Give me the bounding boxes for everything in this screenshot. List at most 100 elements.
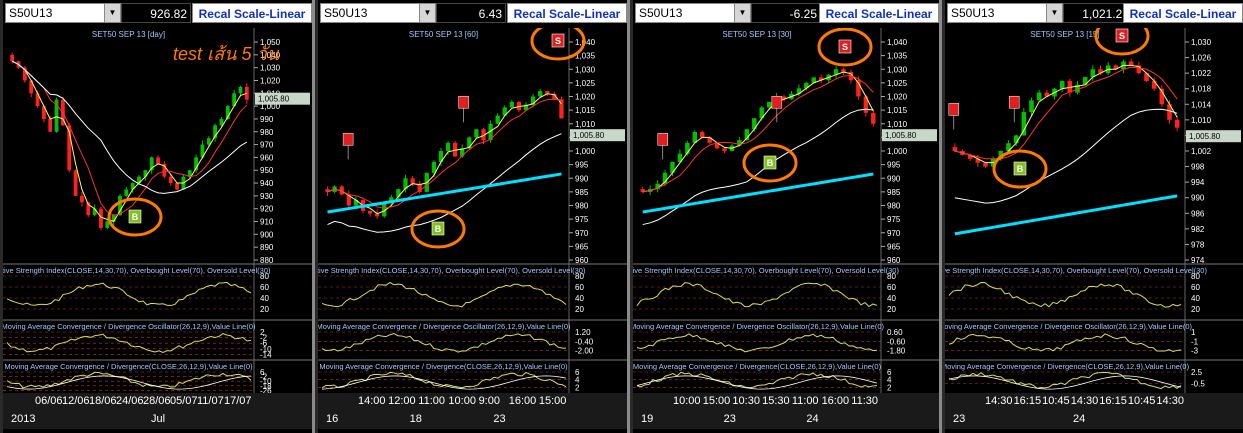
price-chart[interactable]: SET50 SEP 13 [30] 1,040 1,035 1,030 1,025 1,0… (633, 28, 939, 393)
symbol-selector[interactable]: S50U13 ▼ (320, 3, 436, 23)
last-price-label: 1,005.80 (885, 131, 917, 140)
time-tick-label: 16:00 (508, 395, 537, 407)
price-chart[interactable]: SET50 SEP 13 [60]1,0401,0351,0301,0251,0… (318, 28, 627, 393)
rsi-tick-label: 20 (887, 305, 896, 314)
y-tick-label: 965 (887, 242, 901, 251)
time-tick-label: 11/07 (197, 395, 224, 407)
time-axis: 14:30 16:15 10:45 14:30 16:15 10:45 14:30 23 24 (945, 393, 1243, 429)
signal-line (948, 375, 1182, 390)
time-tick-label: 05/07 (170, 395, 198, 407)
sell-signal-icon (342, 133, 354, 160)
symbol-text: S50U13 (639, 6, 683, 20)
moving-average-line (642, 75, 874, 193)
y-tick-label: 985 (887, 188, 901, 197)
chevron-down-icon[interactable]: ▼ (104, 4, 120, 22)
date-group-label: 19 (641, 413, 654, 425)
chart-panel-1: S50U13 ▼ 926.82 Recal Scale-Linear SET50 SEP… (0, 0, 312, 433)
macd2-title: Moving Average Convergence / Divergence(… (945, 362, 1190, 371)
candle-body (175, 183, 179, 190)
time-tick-label: 14:00 (358, 395, 386, 407)
macd-line (636, 333, 878, 353)
time-axis: 06/06 12/06 18/06 24/06 28/06 05/07 11/07 17/07… (3, 393, 312, 429)
rsi-tick-label: 80 (260, 272, 269, 281)
y-tick-label: 1,040 (887, 38, 908, 47)
date-group-label: 2013 (11, 413, 36, 425)
candle-body (238, 86, 243, 94)
date-group-label: 16 (326, 413, 339, 425)
price-chart[interactable]: SET50 SEP 13 [day]1,0501,0401,0301,0201,… (3, 28, 312, 393)
sell-signal-icon (657, 133, 669, 160)
macd2-tick-label: 2 (575, 383, 580, 392)
macd-title: Moving Average Convergence / Divergence … (3, 322, 256, 331)
recal-scale-button[interactable]: Recal Scale-Linear (192, 3, 312, 23)
time-tick-label: 10:00 (673, 395, 701, 407)
chart-panel-4: S50U13 ▼ 1,021.27 Recal Scale-Linear SET50 S… (942, 0, 1243, 433)
candle-body (168, 176, 173, 184)
rsi-line (321, 281, 567, 308)
rsi-tick-label: 20 (260, 305, 269, 314)
date-group-label: 23 (953, 413, 966, 425)
price-chart[interactable]: SET50 SEP 13 [15] 1,030 1,026 1,022 1,018 1,0… (945, 28, 1243, 393)
time-tick-label: 14:30 (1156, 395, 1184, 407)
candle-body (983, 162, 988, 167)
y-tick-label: 890 (260, 243, 274, 252)
last-price-label: 1,005.80 (573, 131, 605, 140)
time-tick-label: 18/06 (89, 395, 117, 407)
rsi-tick-label: 60 (575, 283, 584, 292)
rsi-tick-label: 60 (1191, 283, 1200, 292)
candle-body (509, 101, 514, 108)
time-tick-label: 16:15 (1013, 395, 1042, 407)
time-tick-label: 10:00 (448, 395, 476, 407)
moving-average-line (11, 60, 248, 194)
y-tick-label: 1,022 (1191, 69, 1212, 78)
time-tick-label: 15:00 (538, 395, 567, 407)
rsi-title: Relative Strength Index(CLOSE,14,30,70),… (3, 266, 271, 275)
sell-signal-icon: S (838, 39, 852, 54)
rsi-line (636, 282, 878, 308)
svg-text:S: S (842, 42, 848, 52)
chevron-down-icon[interactable]: ▼ (1046, 4, 1062, 22)
chart-panel-2: S50U13 ▼ 6.43 Recal Scale-Linear SET50 SEP 1… (315, 0, 627, 433)
recal-scale-button[interactable]: Recal Scale-Linear (819, 3, 939, 23)
macd-tick-label: 1 (1191, 328, 1196, 337)
macd2-tick-label: 2 (887, 383, 892, 392)
y-tick-label: 990 (260, 115, 274, 124)
y-tick-label: 990 (1191, 194, 1205, 203)
time-tick-label: 12/06 (62, 395, 90, 407)
symbol-selector[interactable]: S50U13 ▼ (947, 3, 1063, 23)
sell-signal-icon (458, 95, 469, 123)
sell-signal-icon (948, 103, 960, 130)
macd2-line (948, 371, 1182, 390)
y-tick-label: 1,018 (1191, 85, 1212, 94)
moving-average-line (327, 133, 562, 233)
y-tick-label: 978 (1191, 240, 1205, 249)
candle-body (99, 208, 103, 228)
signal-line (636, 375, 878, 390)
sell-signal-icon (1008, 95, 1020, 123)
time-tick-label: 10:45 (1127, 395, 1156, 407)
y-tick-label: 950 (260, 166, 274, 175)
candle-body (431, 161, 436, 173)
moving-average-line (954, 64, 1178, 164)
rsi-tick-label: 40 (260, 294, 269, 303)
y-tick-label: 910 (260, 218, 274, 227)
buy-signal-icon: B (763, 155, 777, 170)
recal-scale-button[interactable]: Recal Scale-Linear (1123, 3, 1243, 23)
time-tick-label: 28/06 (143, 395, 171, 407)
y-tick-label: 1,026 (1191, 54, 1212, 63)
last-price-label: 1,005.80 (258, 95, 290, 104)
symbol-selector[interactable]: S50U13 ▼ (5, 3, 121, 23)
macd-tick-label: -2.00 (575, 347, 594, 356)
y-tick-label: 980 (260, 128, 274, 137)
chevron-down-icon[interactable]: ▼ (419, 4, 435, 22)
time-tick-label: 15:00 (702, 395, 731, 407)
chart-panel-3: S50U13 ▼ -6.25 Recal Scale-Linear SET50 SEP … (630, 0, 939, 433)
symbol-selector[interactable]: S50U13 ▼ (635, 3, 751, 23)
y-tick-label: 986 (1191, 209, 1205, 218)
chevron-down-icon[interactable]: ▼ (734, 4, 750, 22)
candle-body (1029, 100, 1034, 113)
recal-scale-button[interactable]: Recal Scale-Linear (507, 3, 627, 23)
y-tick-label: 1,015 (575, 106, 596, 115)
y-tick-label: 998 (1191, 163, 1205, 172)
candle-body (495, 115, 500, 124)
